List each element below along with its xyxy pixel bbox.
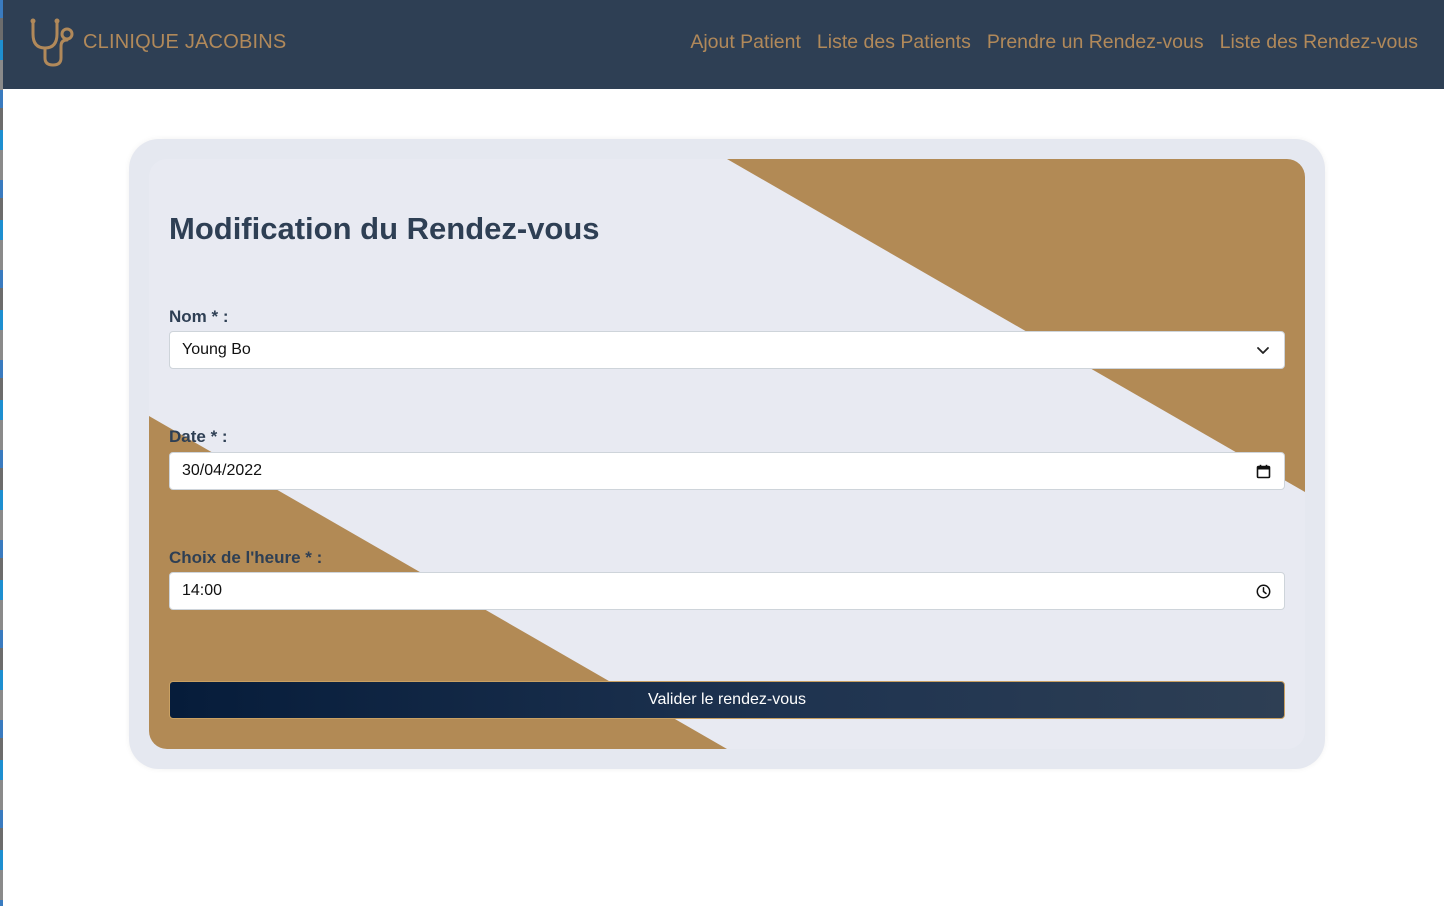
- date-input[interactable]: 30/04/2022: [169, 452, 1285, 490]
- nom-select-value: Young Bo: [182, 341, 251, 358]
- heure-input-value: 14:00: [182, 582, 223, 599]
- nav-link-liste-rendez-vous[interactable]: Liste des Rendez-vous: [1220, 31, 1418, 54]
- stethoscope-icon: [29, 18, 75, 68]
- form-card-outer: Modification du Rendez-vous Nom * : Youn…: [129, 139, 1325, 769]
- nav-link-ajout-patient[interactable]: Ajout Patient: [690, 31, 801, 54]
- form-title: Modification du Rendez-vous: [169, 211, 600, 246]
- calendar-icon[interactable]: [1254, 462, 1272, 480]
- nav-link-liste-patients[interactable]: Liste des Patients: [817, 31, 971, 54]
- clock-icon[interactable]: [1254, 582, 1272, 600]
- heure-label: Choix de l'heure * :: [169, 548, 323, 567]
- date-label: Date * :: [169, 427, 228, 446]
- brand[interactable]: CLINIQUE JACOBINS: [29, 18, 286, 68]
- nom-label: Nom * :: [169, 307, 229, 326]
- submit-button[interactable]: Valider le rendez-vous: [169, 681, 1285, 719]
- chevron-down-icon: [1254, 341, 1272, 359]
- form-card: Modification du Rendez-vous Nom * : Youn…: [149, 159, 1305, 749]
- heure-input[interactable]: 14:00: [169, 572, 1285, 610]
- nav-link-prendre-rendez-vous[interactable]: Prendre un Rendez-vous: [987, 31, 1204, 54]
- brand-name: CLINIQUE JACOBINS: [83, 31, 287, 53]
- nav-links: Ajout Patient Liste des Patients Prendre…: [690, 31, 1418, 54]
- top-navbar: CLINIQUE JACOBINS Ajout Patient Liste de…: [3, 0, 1444, 89]
- window-left-edge: [0, 0, 3, 906]
- nom-select[interactable]: Young Bo: [169, 331, 1285, 369]
- date-input-value: 30/04/2022: [182, 462, 263, 479]
